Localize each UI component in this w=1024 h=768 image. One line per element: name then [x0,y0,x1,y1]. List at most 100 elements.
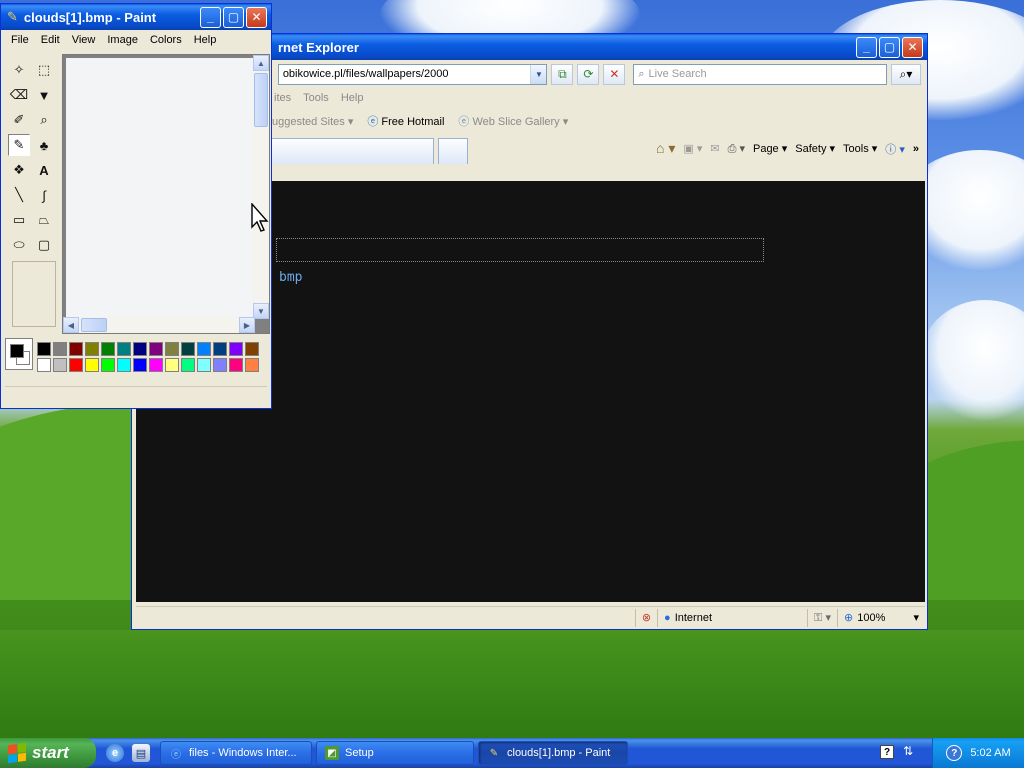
address-input[interactable]: obikowice.pl/files/wallpapers/2000 ▼ [277,63,548,85]
print-icon[interactable]: ⎙ ▾ [728,142,745,156]
palette-swatch[interactable] [85,358,99,372]
drawing-canvas[interactable] [66,58,254,320]
palette-swatch[interactable] [181,342,195,356]
line-icon[interactable]: ╲ [8,184,30,206]
palette-swatch[interactable] [149,358,163,372]
menu-favorites[interactable]: ites [268,92,297,104]
tools-menu[interactable]: Tools ▾ [843,142,877,155]
menu-tools[interactable]: Tools [297,92,335,104]
palette-swatch[interactable] [229,342,243,356]
tool-options-box[interactable] [12,261,56,327]
horizontal-scroll-thumb[interactable] [81,318,107,332]
compatibility-view-icon[interactable]: ⧉ [551,63,574,85]
page-link-text[interactable]: bmp [279,270,302,285]
search-input[interactable]: ⌕ Live Search [633,63,888,85]
help-tray-icon[interactable]: ? [880,745,894,759]
free-hotmail-link[interactable]: ⓔ Free Hotmail [367,113,444,129]
network-tray-icon[interactable]: ⇅ [903,744,913,758]
status-error-icon[interactable]: ⊗ [634,608,657,627]
show-desktop-icon[interactable]: ▤ [132,744,150,762]
free-select-icon[interactable]: ✧ [8,59,30,81]
task-paint[interactable]: ✎ clouds[1].bmp - Paint [478,741,628,765]
menu-file[interactable]: File [5,34,35,46]
primary-color[interactable] [10,344,24,358]
search-go-button[interactable]: ⌕▾ [891,63,921,85]
menu-help[interactable]: Help [188,34,223,46]
help-support-icon[interactable]: ? [946,745,963,761]
scroll-left-icon[interactable]: ◀ [63,317,79,333]
magnifier-icon[interactable]: ⌕ [33,109,55,131]
menu-image[interactable]: Image [101,34,144,46]
palette-swatch[interactable] [245,342,259,356]
palette-swatch[interactable] [133,342,147,356]
curve-icon[interactable]: ∫ [33,184,55,206]
page-menu[interactable]: Page ▾ [753,142,787,155]
vertical-scroll-thumb[interactable] [254,73,268,127]
palette-swatch[interactable] [101,358,115,372]
palette-swatch[interactable] [197,358,211,372]
palette-swatch[interactable] [69,358,83,372]
tab-current[interactable] [268,138,434,164]
clock[interactable]: 5:02 AM [970,747,1010,759]
palette-swatch[interactable] [181,358,195,372]
rounded-rect-icon[interactable]: ▢ [33,234,55,256]
menu-edit[interactable]: Edit [35,34,66,46]
address-dropdown-icon[interactable]: ▼ [530,64,547,84]
start-button[interactable]: start [0,738,96,768]
scroll-up-icon[interactable]: ▲ [253,55,269,71]
airbrush-icon[interactable]: ❖ [8,159,30,181]
help-icon[interactable]: ⓘ ▾ [885,141,905,157]
suggested-sites-link[interactable]: uggested Sites ▾ [272,115,353,128]
palette-swatch[interactable] [245,358,259,372]
palette-swatch[interactable] [149,342,163,356]
ellipse-icon[interactable]: ⬭ [8,234,30,256]
palette-swatch[interactable] [117,358,131,372]
brush-icon[interactable]: ♣ [33,134,55,156]
palette-swatch[interactable] [37,342,51,356]
palette-swatch[interactable] [101,342,115,356]
palette-swatch[interactable] [53,358,67,372]
palette-swatch[interactable] [133,358,147,372]
zoom-control[interactable]: ⊕ 100% ▾ [837,608,925,627]
refresh-icon[interactable]: ⟳ [577,63,600,85]
paint-close-button[interactable]: ✕ [246,6,267,28]
menu-help[interactable]: Help [335,92,370,104]
paint-maximize-button[interactable]: ▢ [223,6,244,28]
new-tab-button[interactable] [438,138,468,164]
palette-swatch[interactable] [37,358,51,372]
palette-swatch[interactable] [213,358,227,372]
horizontal-scrollbar[interactable]: ◀ ▶ [63,317,255,333]
web-slice-gallery-link[interactable]: ⓔ Web Slice Gallery ▾ [458,113,568,129]
chevron-right-icon[interactable]: » [913,143,919,155]
paint-titlebar[interactable]: ✎ clouds[1].bmp - Paint _ ▢ ✕ [1,4,271,30]
palette-swatch[interactable] [117,342,131,356]
eraser-icon[interactable]: ⌫ [8,84,30,106]
palette-swatch[interactable] [165,342,179,356]
task-setup[interactable]: ◩ Setup [316,741,474,765]
ie-quicklaunch-icon[interactable]: e [106,744,124,762]
palette-swatch[interactable] [213,342,227,356]
ie-close-button[interactable]: ✕ [902,36,923,58]
task-ie[interactable]: ⓔ files - Windows Inter... [160,741,312,765]
rectangle-icon[interactable]: ▭ [8,209,30,231]
palette-swatch[interactable] [165,358,179,372]
polygon-icon[interactable]: ⏢ [33,209,55,231]
text-tool-icon[interactable]: A [33,159,55,181]
menu-view[interactable]: View [66,34,102,46]
read-mail-icon[interactable]: ✉ [710,142,719,155]
safety-menu[interactable]: Safety ▾ [795,142,835,155]
palette-swatch[interactable] [69,342,83,356]
palette-swatch[interactable] [197,342,211,356]
paint-minimize-button[interactable]: _ [200,6,221,28]
vertical-scrollbar[interactable]: ▲ ▼ [253,55,269,319]
ie-minimize-button[interactable]: _ [856,36,877,58]
scroll-right-icon[interactable]: ▶ [239,317,255,333]
menu-colors[interactable]: Colors [144,34,188,46]
protected-mode-icon[interactable]: ⚿ ▾ [807,608,837,627]
ie-maximize-button[interactable]: ▢ [879,36,900,58]
palette-swatch[interactable] [53,342,67,356]
feeds-icon[interactable]: ▣ ▾ [683,142,702,155]
palette-swatch[interactable] [85,342,99,356]
fill-bucket-icon[interactable]: ▼ [33,84,55,106]
color-picker-icon[interactable]: ✐ [8,109,30,131]
